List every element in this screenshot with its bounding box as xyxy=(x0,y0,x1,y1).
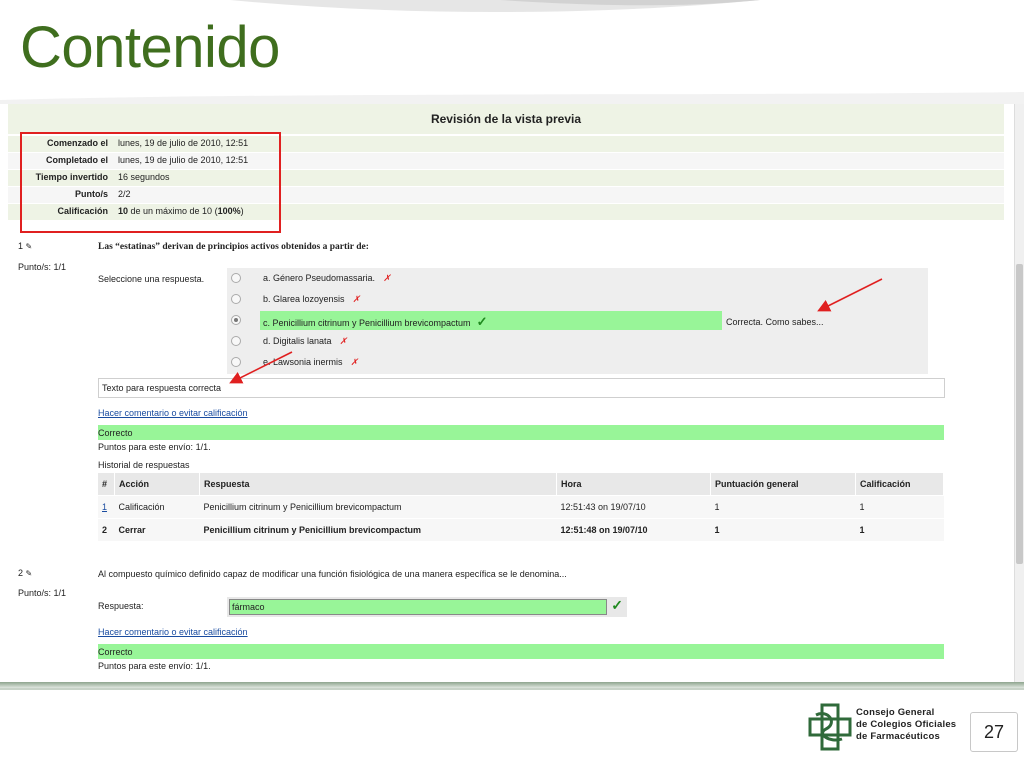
vertical-scrollbar[interactable] xyxy=(1014,104,1024,682)
question-1-text: Las “estatinas” derivan de principios ac… xyxy=(98,242,369,252)
table-cell: Penicillium citrinum y Penicillium brevi… xyxy=(199,518,557,541)
col-header: Hora xyxy=(556,473,711,496)
answer-field-wrap: fármaco ✓ xyxy=(227,597,627,617)
edit-icon[interactable]: ✎ xyxy=(26,242,33,251)
logo-text: Consejo General de Colegios Oficiales de… xyxy=(856,707,957,742)
review-title: Revisión de la vista previa xyxy=(8,104,1004,134)
table-cell: 1 xyxy=(710,518,856,541)
wrong-icon: ✗ xyxy=(352,294,361,304)
answer-option[interactable]: a. Género Pseudomassaria. ✗ xyxy=(227,268,928,289)
summary-highlight-box xyxy=(20,132,281,233)
question-2-points: Punto/s: 1/1 xyxy=(18,588,67,598)
table-cell: 12:51:43 on 19/07/10 xyxy=(556,495,711,519)
page-number: 27 xyxy=(970,712,1018,752)
col-header: # xyxy=(98,473,115,496)
question-1-points: Punto/s: 1/1 xyxy=(18,262,67,272)
pharmacy-cross-icon xyxy=(808,703,852,751)
result-bar: Correcto xyxy=(98,644,944,659)
table-cell: 1 xyxy=(855,495,944,519)
points-sent: Puntos para este envío: 1/1. xyxy=(98,442,211,452)
table-header-row: # Acción Respuesta Hora Puntuación gener… xyxy=(98,473,944,496)
points-sent: Puntos para este envío: 1/1. xyxy=(98,661,211,671)
wrong-icon: ✗ xyxy=(350,357,359,367)
question-1-number: 1 ✎ xyxy=(18,241,33,251)
col-header: Acción xyxy=(114,473,200,496)
check-icon: ✓ xyxy=(611,597,623,613)
col-header: Respuesta xyxy=(199,473,557,496)
question-2-number: 2 ✎ xyxy=(18,568,33,578)
table-cell: 1 xyxy=(710,495,856,519)
general-feedback-box: Texto para respuesta correcta xyxy=(98,378,945,398)
table-cell: 1 xyxy=(855,518,944,541)
answer-label: Respuesta: xyxy=(98,601,144,611)
question-2-text: Al compuesto químico definido capaz de m… xyxy=(98,569,567,579)
table-cell: 2 xyxy=(98,518,115,541)
result-bar: Correcto xyxy=(98,425,944,440)
slide-title: Contenido xyxy=(20,15,280,80)
edit-icon[interactable]: ✎ xyxy=(26,569,33,578)
cgcof-logo: Consejo General de Colegios Oficiales de… xyxy=(808,703,958,753)
answer-option[interactable]: d. Digitalis lanata ✗ xyxy=(227,331,928,352)
answer-option[interactable]: e. Lawsonia inermis ✗ xyxy=(227,352,928,373)
answer-input[interactable]: fármaco xyxy=(229,599,607,615)
col-header: Puntuación general xyxy=(710,473,856,496)
footer-line xyxy=(0,688,1024,690)
radio-button[interactable] xyxy=(231,273,241,283)
comment-link[interactable]: Hacer comentario o evitar calificación xyxy=(98,627,248,637)
question-1-prompt: Seleccione una respuesta. xyxy=(98,274,205,284)
moodle-screenshot: Revisión de la vista previa Comenzado el… xyxy=(8,104,1024,682)
table-row: 2 Cerrar Penicillium citrinum y Penicill… xyxy=(98,518,944,541)
scrollbar-thumb[interactable] xyxy=(1016,264,1023,564)
answer-option[interactable]: b. Glarea lozoyensis ✗ xyxy=(227,289,928,310)
radio-button-selected[interactable] xyxy=(231,315,241,325)
wrong-icon: ✗ xyxy=(383,273,391,283)
table-cell: 12:51:48 on 19/07/10 xyxy=(556,518,711,541)
response-history-table: # Acción Respuesta Hora Puntuación gener… xyxy=(98,473,944,541)
table-cell: Calificación xyxy=(114,495,200,519)
wrong-icon: ✗ xyxy=(339,336,348,346)
option-feedback: Correcta. Como sabes... xyxy=(726,317,824,327)
check-icon: ✓ xyxy=(476,314,488,329)
table-cell: Penicillium citrinum y Penicillium brevi… xyxy=(199,495,557,519)
col-header: Calificación xyxy=(855,473,944,496)
attempt-link[interactable]: 1 xyxy=(102,502,107,512)
radio-button[interactable] xyxy=(231,357,241,367)
history-title: Historial de respuestas xyxy=(98,460,190,470)
table-row: 1 Calificación Penicillium citrinum y Pe… xyxy=(98,495,944,519)
comment-link[interactable]: Hacer comentario o evitar calificación xyxy=(98,408,248,418)
radio-button[interactable] xyxy=(231,336,241,346)
table-cell: Cerrar xyxy=(114,518,200,541)
radio-button[interactable] xyxy=(231,294,241,304)
